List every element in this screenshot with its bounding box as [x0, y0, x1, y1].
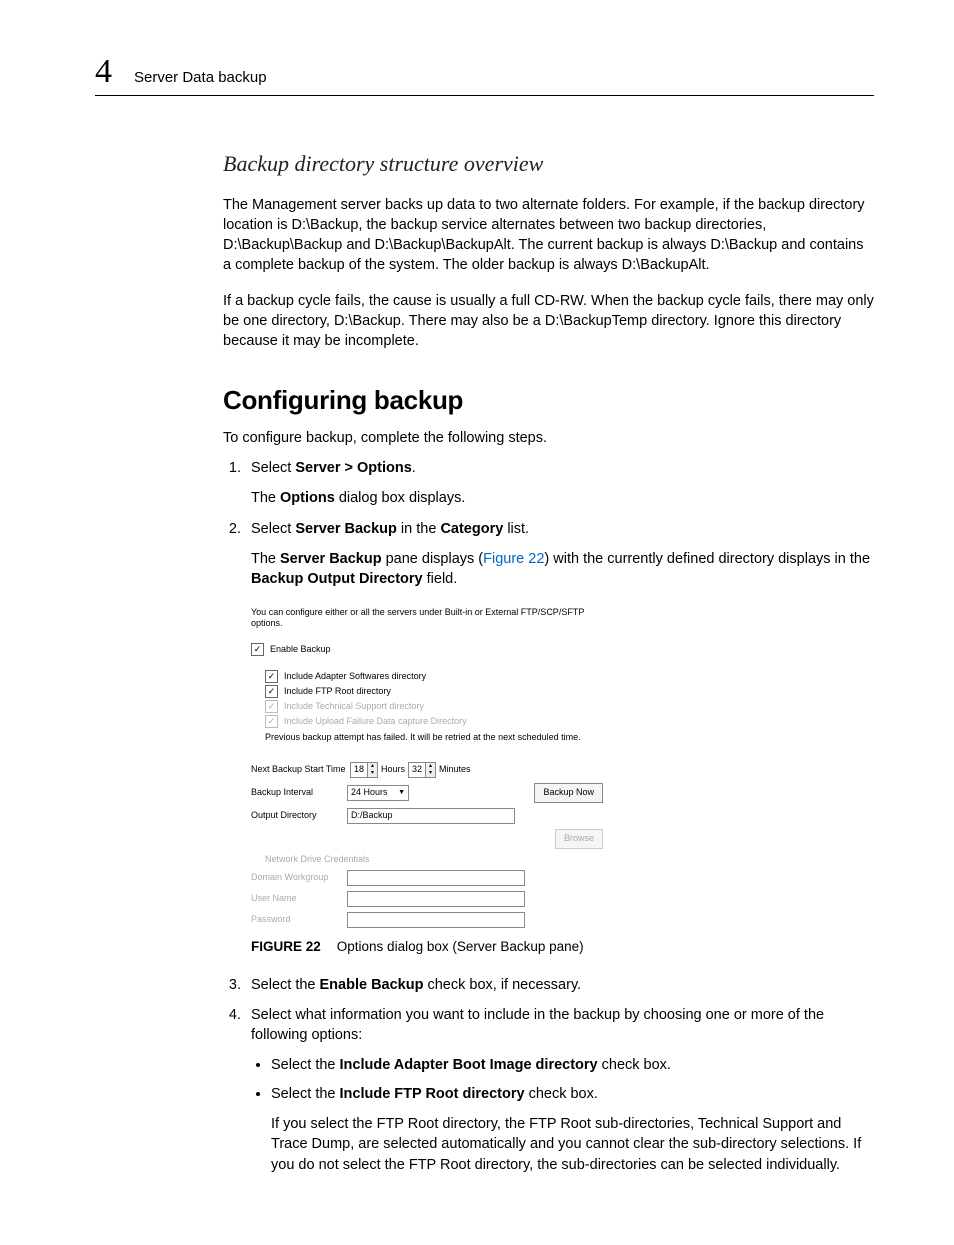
- password-field[interactable]: [347, 912, 525, 928]
- include-adapter-checkbox[interactable]: [265, 670, 278, 683]
- include-upload-failure-checkbox[interactable]: [265, 715, 278, 728]
- browse-button[interactable]: Browse: [555, 829, 603, 849]
- network-drive-credentials-label: Network Drive Credentials: [265, 854, 603, 865]
- interval-dropdown[interactable]: 24 Hours▼: [347, 785, 409, 801]
- overview-paragraph-2: If a backup cycle fails, the cause is us…: [223, 291, 874, 351]
- figure-caption: FIGURE 22Options dialog box (Server Back…: [251, 938, 874, 957]
- enable-backup-row: Enable Backup: [251, 643, 603, 656]
- step-4-option-2: Select the Include FTP Root directory ch…: [271, 1084, 874, 1175]
- step-4: Select what information you want to incl…: [245, 1005, 874, 1175]
- section-heading-overview: Backup directory structure overview: [223, 151, 874, 177]
- figure-22-link[interactable]: Figure 22: [483, 551, 544, 567]
- output-directory-field[interactable]: D:/Backup: [347, 808, 515, 824]
- chapter-number: 4: [95, 55, 112, 89]
- output-directory-row: Output Directory D:/Backup: [251, 808, 603, 824]
- options-dialog: You can configure either or all the serv…: [251, 607, 603, 927]
- page-header: 4 Server Data backup: [95, 55, 874, 96]
- overview-paragraph-1: The Management server backs up data to t…: [223, 195, 874, 275]
- hours-spinner[interactable]: 18▴▾: [350, 762, 378, 778]
- domain-field[interactable]: [347, 870, 525, 886]
- step-1: Select Server > Options. The Options dia…: [245, 458, 874, 509]
- step-4-option-1: Select the Include Adapter Boot Image di…: [271, 1055, 874, 1075]
- enable-backup-checkbox[interactable]: [251, 643, 264, 656]
- step-2: Select Server Backup in the Category lis…: [245, 519, 874, 957]
- chevron-down-icon: ▼: [398, 789, 405, 797]
- figure-22: You can configure either or all the serv…: [251, 607, 874, 956]
- backup-now-button[interactable]: Backup Now: [534, 783, 603, 803]
- steps-list: Select Server > Options. The Options dia…: [223, 458, 874, 1175]
- include-techsupport-checkbox[interactable]: [265, 700, 278, 713]
- next-backup-row: Next Backup Start Time 18▴▾ Hours 32▴▾ M…: [251, 762, 603, 778]
- configuring-intro: To configure backup, complete the follow…: [223, 428, 874, 448]
- header-title: Server Data backup: [134, 69, 267, 86]
- enable-backup-label: Enable Backup: [270, 644, 331, 655]
- include-ftp-checkbox[interactable]: [265, 685, 278, 698]
- step-3: Select the Enable Backup check box, if n…: [245, 975, 874, 995]
- backup-interval-row: Backup Interval 24 Hours▼ Backup Now: [251, 783, 603, 803]
- username-field[interactable]: [347, 891, 525, 907]
- backup-warning: Previous backup attempt has failed. It w…: [265, 732, 603, 743]
- section-heading-configuring: Configuring backup: [223, 385, 874, 416]
- dialog-intro: You can configure either or all the serv…: [251, 607, 603, 629]
- step-4-options: Select the Include Adapter Boot Image di…: [271, 1055, 874, 1174]
- minutes-spinner[interactable]: 32▴▾: [408, 762, 436, 778]
